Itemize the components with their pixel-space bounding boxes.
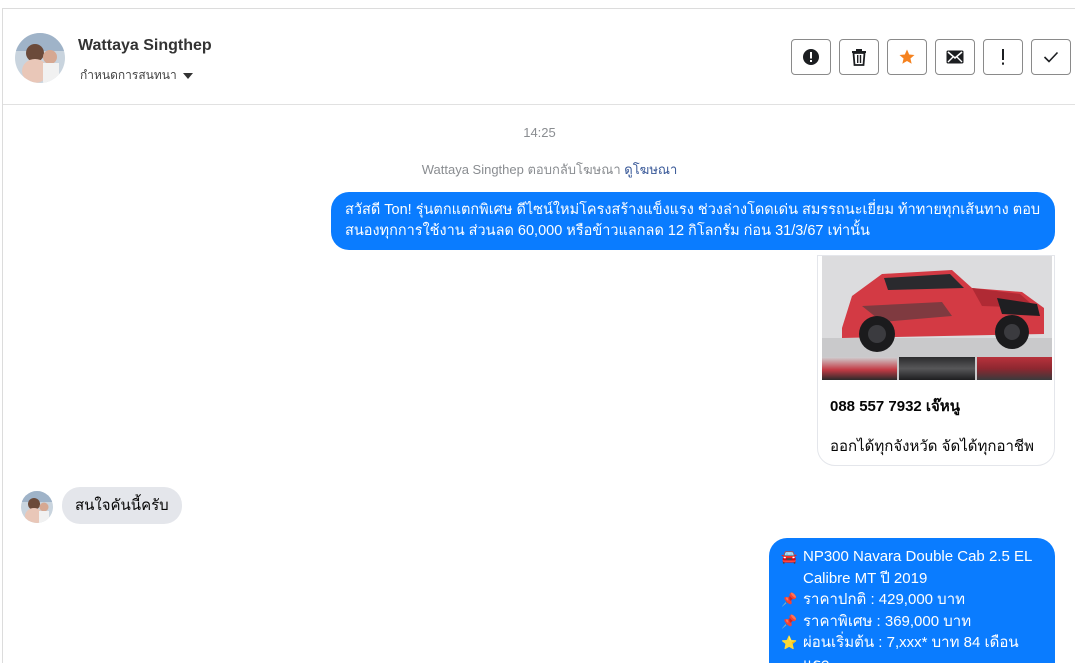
mark-unread-button[interactable] xyxy=(935,39,975,75)
ad-card[interactable]: 088 557 7932 เจ๊หนู ออกได้ทุกจังหวัด จัด… xyxy=(817,255,1055,466)
message-line-text: ราคาพิเศษ : 369,000 บาท xyxy=(803,612,972,630)
contact-name[interactable]: Wattaya Singthep xyxy=(78,37,212,55)
message-line: 🚘 NP300 Navara Double Cab 2.5 EL Calibre… xyxy=(781,546,1043,589)
ad-thumbnails xyxy=(822,357,1052,380)
thumbnail-image xyxy=(822,357,898,380)
outgoing-message-car-details: 🚘 NP300 Navara Double Cab 2.5 EL Calibre… xyxy=(769,538,1055,663)
conversation-label: กำหนดการสนทนา xyxy=(80,68,177,82)
star-icon xyxy=(899,49,915,64)
conversation-settings-dropdown[interactable]: กำหนดการสนทนา xyxy=(80,66,193,85)
conversation-actions xyxy=(791,39,1071,75)
delete-button[interactable] xyxy=(839,39,879,75)
message-line-text: ผ่อนเริ่มต้น : 7,xxx* บาท 84 เดือนแรก xyxy=(803,634,1019,663)
ad-reply-note: Wattaya Singthep ตอบกลับโฆษณา ดูโฆษณา xyxy=(3,159,1075,180)
message-line-text: NP300 Navara Double Cab 2.5 EL Calibre M… xyxy=(803,548,1032,587)
message-timestamp: 14:25 xyxy=(523,125,556,140)
message-line-text: ราคาปกติ : 429,000 บาท xyxy=(803,591,966,608)
thumbnail-image xyxy=(976,357,1052,380)
checkmark-icon xyxy=(1043,51,1059,63)
mark-done-button[interactable] xyxy=(1031,39,1071,75)
contact-avatar-small xyxy=(21,491,53,523)
pushpin-icon: 📌 xyxy=(781,592,798,607)
message-line: 📌 ราคาพิเศษ : 369,000 บาท xyxy=(781,611,1043,633)
star-emoji-icon: ⭐ xyxy=(781,635,798,650)
report-spam-button[interactable] xyxy=(791,39,831,75)
view-ad-link[interactable]: ดูโฆษณา xyxy=(624,162,677,177)
alert-circle-icon xyxy=(803,49,819,65)
contact-avatar[interactable] xyxy=(15,33,65,83)
inbox-conversation-panel: Wattaya Singthep กำหนดการสนทนา 14:25 Wat… xyxy=(2,8,1075,663)
pushpin-icon: 📌 xyxy=(781,613,798,629)
caret-down-icon xyxy=(182,72,193,79)
follow-up-button[interactable] xyxy=(983,39,1023,75)
incoming-message: สนใจคันนี้ครับ xyxy=(62,487,182,524)
car-icon: 🚘 xyxy=(781,549,798,564)
exclamation-icon xyxy=(1002,49,1004,65)
message-line: 📌 ราคาปกติ : 429,000 บาท xyxy=(781,589,1043,611)
ad-reply-text: Wattaya Singthep ตอบกลับโฆษณา xyxy=(421,162,621,177)
ad-card-title: 088 557 7932 เจ๊หนู xyxy=(830,398,960,415)
message-line: ⭐ ผ่อนเริ่มต้น : 7,xxx* บาท 84 เดือนแรก xyxy=(781,632,1043,663)
envelope-icon xyxy=(946,50,964,64)
thumbnail-image xyxy=(899,357,975,380)
conversation-header: Wattaya Singthep กำหนดการสนทนา xyxy=(3,9,1075,105)
trash-icon xyxy=(852,49,866,66)
star-button[interactable] xyxy=(887,39,927,75)
outgoing-message: สวัสดี Ton! รุ่นตกแตกพิเศษ ดีไซน์ใหม่โคร… xyxy=(331,192,1055,250)
ad-card-subtitle: ออกได้ทุกจังหวัด จัดได้ทุกอาชีพ xyxy=(830,438,1034,455)
